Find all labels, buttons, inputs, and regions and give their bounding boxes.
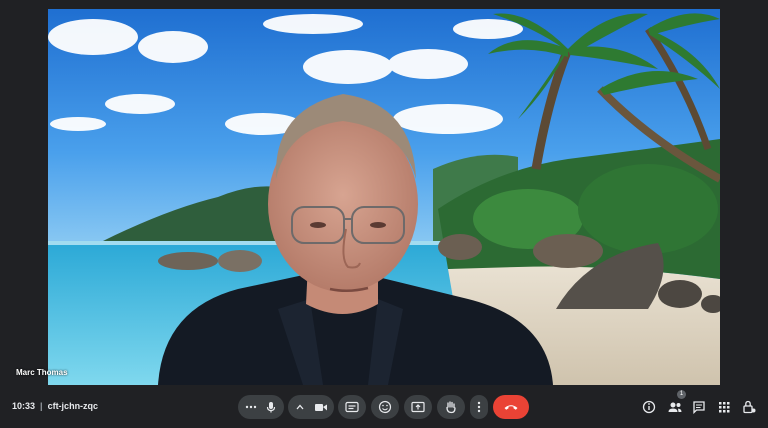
lock-person-icon: [743, 400, 756, 414]
chevron-up-icon[interactable]: [294, 401, 306, 413]
meeting-code: cft-jchn-zqc: [47, 401, 99, 411]
apps-grid-icon: [719, 402, 730, 413]
hang-up-icon: [504, 405, 518, 410]
people-button[interactable]: [666, 398, 684, 416]
participant-video: [48, 9, 720, 385]
people-icon: [668, 402, 682, 412]
meeting-info: 10:33 | cft-jchn-zqc: [12, 401, 99, 411]
video-control-group[interactable]: [288, 395, 334, 419]
microphone-icon[interactable]: [265, 401, 277, 413]
meeting-details-button[interactable]: [640, 398, 658, 416]
captions-icon: [345, 401, 359, 413]
host-controls-button[interactable]: [740, 398, 758, 416]
audio-control-group[interactable]: [238, 395, 284, 419]
leave-call-button[interactable]: [493, 395, 529, 419]
participant-name: Marc Thomas: [16, 368, 68, 377]
chat-icon: [693, 401, 705, 414]
video-feed: [48, 9, 720, 385]
raise-hand-button[interactable]: [437, 395, 465, 419]
reactions-button[interactable]: [371, 395, 399, 419]
present-button[interactable]: [404, 395, 432, 419]
hand-icon: [446, 401, 456, 414]
captions-button[interactable]: [338, 395, 366, 419]
video-camera-icon[interactable]: [314, 401, 328, 413]
more-vert-icon: [477, 401, 481, 413]
more-button[interactable]: [470, 395, 488, 419]
meeting-time: 10:33: [12, 401, 36, 411]
people-count-badge: 1: [677, 390, 686, 399]
info-icon: [642, 400, 656, 414]
present-screen-icon: [411, 401, 425, 413]
chat-button[interactable]: [690, 398, 708, 416]
activities-button[interactable]: [715, 398, 733, 416]
more-options-icon[interactable]: [245, 401, 257, 413]
emoji-icon: [378, 400, 392, 414]
